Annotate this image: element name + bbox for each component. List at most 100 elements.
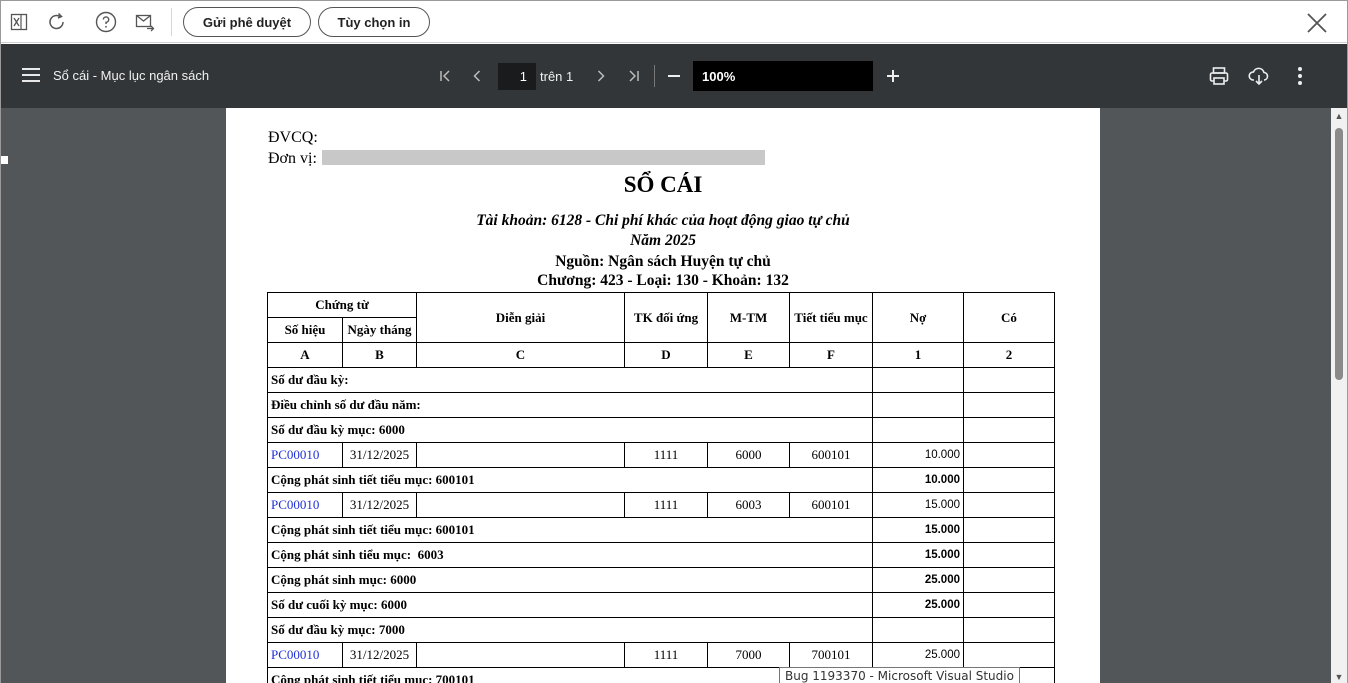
unit-label: Đơn vị: <box>268 150 317 167</box>
debit-cell: 10.000 <box>872 467 964 493</box>
description-cell <box>416 642 625 668</box>
zoom-in-icon[interactable] <box>882 64 904 88</box>
debit-cell: 15.000 <box>872 542 964 568</box>
counter-account-cell: 1111 <box>624 492 708 518</box>
excel-export-icon[interactable] <box>6 9 32 35</box>
credit-cell <box>963 442 1055 468</box>
row-label: Số dư đầu kỳ mục: 7000 <box>267 617 873 643</box>
taskbar-tooltip: Bug 1193370 - Microsoft Visual Studio <box>779 667 1020 683</box>
counter-account-cell: 1111 <box>624 442 708 468</box>
row-label: Số dư đầu kỳ: <box>267 367 873 393</box>
next-page-icon[interactable] <box>590 64 612 88</box>
document-viewport[interactable]: ĐVCQ: Đơn vị: SỔ CÁI Tài khoản: 6128 - C… <box>1 108 1331 683</box>
debit-cell <box>872 367 964 393</box>
table-row: Cộng phát sinh tiết tiểu mục: 600101 10.… <box>267 467 1055 493</box>
date-cell: 31/12/2025 <box>342 642 417 668</box>
pdf-viewer-toolbar: Sổ cái - Mục lục ngân sách 1 trên 1 100% <box>1 44 1347 108</box>
toolbar-divider <box>654 65 655 87</box>
scroll-thumb[interactable] <box>1335 128 1343 380</box>
date-header: Ngày tháng <box>342 317 417 343</box>
dvcq-label: ĐVCQ: <box>268 129 318 146</box>
help-icon[interactable] <box>93 9 119 35</box>
mtm-header: M-TM <box>707 292 790 343</box>
credit-cell <box>963 492 1055 518</box>
credit-cell <box>963 592 1055 618</box>
table-row: Điều chỉnh số dư đầu năm: <box>267 392 1055 418</box>
first-page-icon[interactable] <box>434 64 456 88</box>
page-number-input[interactable]: 1 <box>498 63 536 90</box>
scroll-up-icon[interactable]: ▲ <box>1334 112 1344 121</box>
description-header: Diễn giải <box>416 292 625 343</box>
send-mail-icon[interactable] <box>132 9 158 35</box>
date-cell: 31/12/2025 <box>342 442 417 468</box>
previous-page-icon[interactable] <box>466 64 488 88</box>
table-row: Cộng phát sinh mục: 6000 25.000 <box>267 567 1055 593</box>
voucher-header: Chứng từ <box>267 292 417 318</box>
more-options-icon[interactable] <box>1289 64 1311 88</box>
voucher-link[interactable]: PC00010 <box>267 492 343 518</box>
document-title: Sổ cái - Mục lục ngân sách <box>53 68 210 83</box>
voucher-link[interactable]: PC00010 <box>267 442 343 468</box>
close-icon[interactable] <box>1305 11 1329 35</box>
zoom-input[interactable]: 100% <box>693 61 873 91</box>
account-line: Tài khoản: 6128 - Chi phí khác của hoạt … <box>476 212 850 229</box>
row-label: Cộng phát sinh tiết tiểu mục: 600101 <box>267 467 873 493</box>
table-row: Số dư đầu kỳ mục: 6000 <box>267 417 1055 443</box>
sidebar-handle[interactable] <box>1 156 8 164</box>
refresh-icon[interactable] <box>44 9 70 35</box>
sub-item-cell: 700101 <box>789 642 873 668</box>
mtm-cell: 6000 <box>707 442 790 468</box>
debit-cell: 10.000 <box>872 442 964 468</box>
code-cell: 1 <box>872 342 964 368</box>
debit-cell: 25.000 <box>872 642 964 668</box>
description-cell <box>416 442 625 468</box>
credit-cell <box>963 392 1055 418</box>
row-label: Số dư cuối kỳ mục: 6000 <box>267 592 873 618</box>
mtm-cell: 7000 <box>707 642 790 668</box>
print-icon[interactable] <box>1207 64 1231 88</box>
vertical-scrollbar[interactable]: ▲ ▼ <box>1331 108 1347 683</box>
credit-cell <box>963 517 1055 543</box>
credit-cell <box>963 617 1055 643</box>
menu-icon[interactable] <box>22 68 40 82</box>
credit-cell <box>963 567 1055 593</box>
number-header: Số hiệu <box>267 317 343 343</box>
credit-cell <box>963 467 1055 493</box>
sub-item-cell: 600101 <box>789 492 873 518</box>
credit-cell <box>963 642 1055 668</box>
code-cell: C <box>416 342 625 368</box>
credit-cell <box>963 417 1055 443</box>
mtm-cell: 6003 <box>707 492 790 518</box>
zoom-out-icon[interactable] <box>663 64 685 88</box>
table-row: Số dư cuối kỳ mục: 6000 25.000 <box>267 592 1055 618</box>
debit-cell <box>872 617 964 643</box>
debit-cell <box>872 417 964 443</box>
description-cell <box>416 492 625 518</box>
row-label: Điều chỉnh số dư đầu năm: <box>267 392 873 418</box>
last-page-icon[interactable] <box>623 64 645 88</box>
top-toolbar: Gửi phê duyệt Tùy chọn in <box>1 1 1347 43</box>
row-label: Cộng phát sinh tiết tiểu mục: 600101 <box>267 517 873 543</box>
credit-cell <box>963 367 1055 393</box>
scroll-down-icon[interactable]: ▼ <box>1334 673 1344 682</box>
source-line: Nguồn: Ngân sách Huyện tự chủ <box>555 253 771 270</box>
year-line: Năm 2025 <box>630 232 696 249</box>
debit-cell: 25.000 <box>872 592 964 618</box>
send-approval-button[interactable]: Gửi phê duyệt <box>183 7 311 37</box>
debit-cell: 15.000 <box>872 517 964 543</box>
credit-header: Có <box>963 292 1055 343</box>
debit-cell <box>872 392 964 418</box>
chapter-line: Chương: 423 - Loại: 130 - Khoản: 132 <box>537 272 789 289</box>
debit-cell: 15.000 <box>872 492 964 518</box>
table-row: PC00010 31/12/2025 1111 6000 600101 10.0… <box>267 442 1055 468</box>
code-cell: B <box>342 342 417 368</box>
credit-cell <box>963 542 1055 568</box>
pdf-page: ĐVCQ: Đơn vị: SỔ CÁI Tài khoản: 6128 - C… <box>226 108 1100 683</box>
print-options-button[interactable]: Tùy chọn in <box>318 7 430 37</box>
row-label: Cộng phát sinh tiểu mục: 6003 <box>267 542 873 568</box>
voucher-link[interactable]: PC00010 <box>267 642 343 668</box>
debit-cell: 25.000 <box>872 567 964 593</box>
download-icon[interactable] <box>1247 64 1271 88</box>
table-row: Cộng phát sinh tiểu mục: 6003 15.000 <box>267 542 1055 568</box>
table-row: PC00010 31/12/2025 1111 6003 600101 15.0… <box>267 492 1055 518</box>
